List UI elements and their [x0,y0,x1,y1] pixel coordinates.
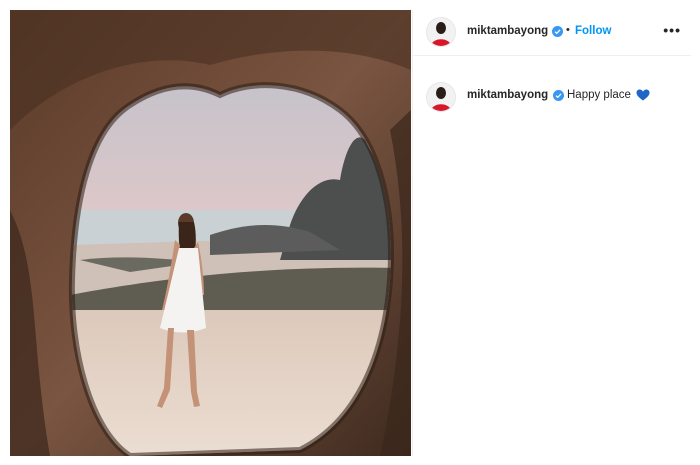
caption-text: Happy place [567,89,631,101]
caption-comment: miktambayong Happy place [413,56,691,112]
caption-username[interactable]: miktambayong [467,89,548,101]
avatar[interactable] [426,17,456,47]
blue-heart-icon [636,89,650,101]
header-username[interactable]: miktambayong [467,25,548,37]
separator-dot: • [566,24,570,36]
verified-badge-icon [552,26,563,37]
post-photo[interactable] [10,10,411,456]
avatar-image [427,18,455,46]
avatar-image [427,83,455,111]
post-sidebar: miktambayong • Follow ••• miktambayong H… [412,10,691,456]
verified-badge-icon [553,90,564,101]
avatar[interactable] [426,82,456,112]
follow-button[interactable]: Follow [575,25,611,37]
more-options-icon[interactable]: ••• [663,22,681,38]
photo-image [10,10,411,456]
post-frame: miktambayong • Follow ••• miktambayong H… [0,0,700,465]
post-header: miktambayong • Follow ••• [413,10,691,56]
